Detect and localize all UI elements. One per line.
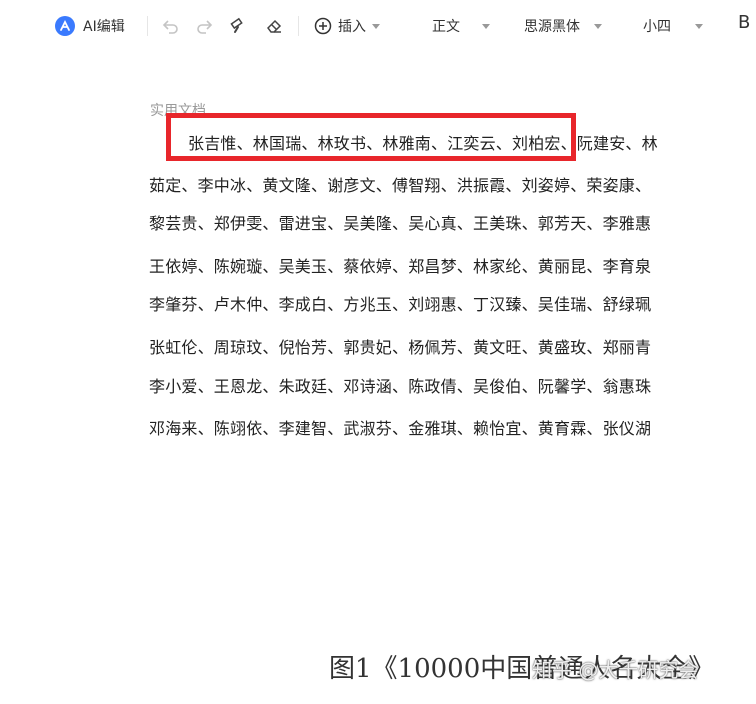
ai-edit-label: AI编辑 (83, 19, 125, 35)
highlight-box (166, 113, 576, 161)
eraser-icon[interactable] (263, 15, 285, 37)
chevron-down-icon (372, 23, 380, 29)
plus-circle-icon (314, 17, 332, 35)
toolbar-divider (298, 16, 299, 36)
paragraph-style-value: 正文 (432, 19, 460, 35)
chevron-down-icon (695, 23, 703, 29)
name-line-4: 王依婷、陈婉璇、吴美玉、蔡依婷、郑昌梦、林家纶、黄丽昆、李育泉 (149, 257, 652, 276)
name-line-3: 黎芸贵、郑伊雯、雷进宝、吴美隆、吴心真、王美珠、郭芳天、李雅惠 (149, 214, 652, 233)
ai-edit-button[interactable]: AI编辑 (55, 14, 125, 38)
insert-label: 插入 (338, 19, 366, 35)
font-size-value: 小四 (643, 19, 671, 35)
redo-icon[interactable] (193, 15, 215, 37)
ai-logo-icon (55, 16, 75, 36)
toolbar: AI编辑 插入 正文 思源黑体 小四 B (0, 0, 756, 52)
paragraph-style-select[interactable]: 正文 (432, 14, 490, 38)
font-family-select[interactable]: 思源黑体 (524, 14, 602, 38)
name-line-2: 茹定、李中冰、黄文隆、谢彦文、傅智翔、洪振霞、刘姿婷、荣姿康、 (149, 176, 652, 195)
font-family-value: 思源黑体 (524, 19, 580, 35)
toolbar-divider (147, 16, 148, 36)
font-size-select[interactable]: 小四 (643, 14, 703, 38)
name-line-8: 邓海来、陈翊依、李建智、武淑芬、金雅琪、赖怡宜、黄育霖、张仪湖 (149, 419, 652, 438)
name-line-7: 李小爱、王恩龙、朱政廷、邓诗涵、陈政倩、吴俊伯、阮馨学、翁惠珠 (149, 377, 652, 396)
name-line-6: 张虹伦、周琼玟、倪怡芳、郭贵妃、杨佩芳、黄文旺、黄盛玫、郑丽青 (149, 338, 652, 357)
watermark: 知乎 @大千研究会 (532, 658, 699, 682)
chevron-down-icon (482, 23, 490, 29)
format-painter-icon[interactable] (228, 15, 250, 37)
name-line-5: 李肇芬、卢木仲、李成白、方兆玉、刘翊惠、丁汉臻、吴佳瑞、舒绿珮 (149, 295, 652, 314)
chevron-down-icon (594, 23, 602, 29)
bold-button[interactable]: B (738, 12, 750, 33)
undo-icon[interactable] (160, 15, 182, 37)
insert-menu-button[interactable]: 插入 (314, 14, 380, 38)
